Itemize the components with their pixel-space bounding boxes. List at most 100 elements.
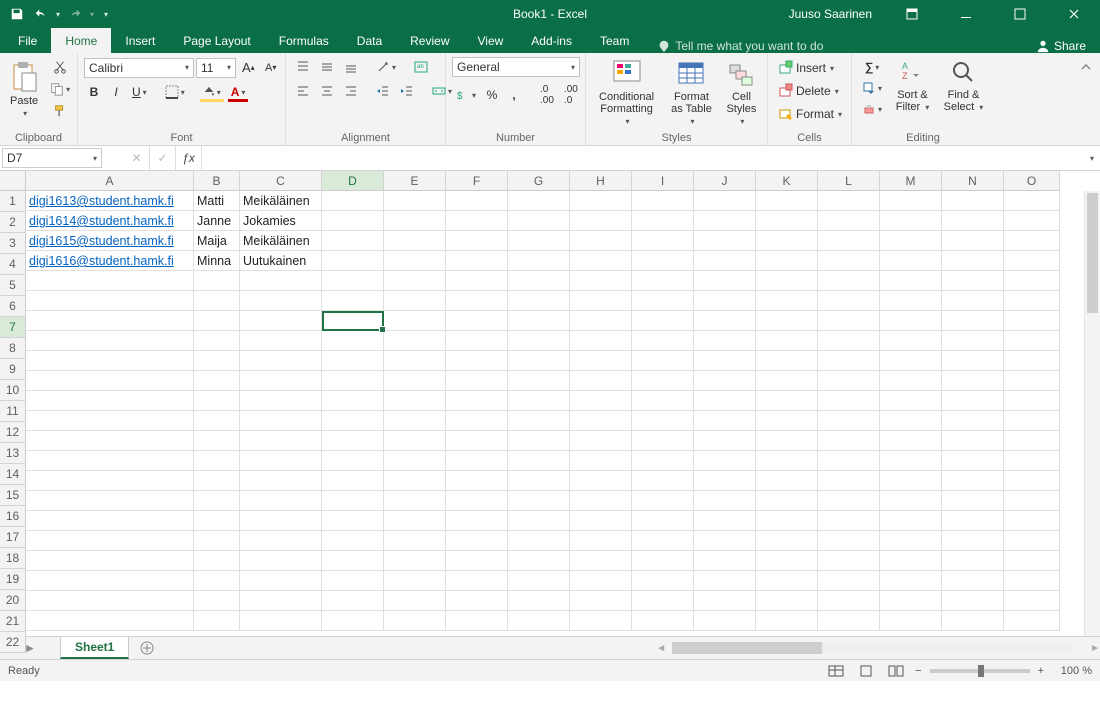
cell[interactable] xyxy=(384,371,446,391)
cell[interactable] xyxy=(1004,571,1060,591)
cell[interactable] xyxy=(508,391,570,411)
cell[interactable] xyxy=(1004,211,1060,231)
cell[interactable] xyxy=(756,371,818,391)
cell[interactable] xyxy=(632,351,694,371)
cell[interactable] xyxy=(26,511,194,531)
cell[interactable] xyxy=(446,411,508,431)
cell[interactable] xyxy=(322,191,384,211)
cell[interactable] xyxy=(694,211,756,231)
cell[interactable] xyxy=(632,191,694,211)
cell[interactable] xyxy=(1004,311,1060,331)
cell[interactable] xyxy=(322,571,384,591)
cell[interactable] xyxy=(694,311,756,331)
cell[interactable] xyxy=(942,411,1004,431)
column-header[interactable]: L xyxy=(818,171,880,191)
cell[interactable] xyxy=(880,431,942,451)
tab-review[interactable]: Review xyxy=(396,28,463,53)
cell[interactable] xyxy=(384,611,446,631)
cell[interactable] xyxy=(322,391,384,411)
cell[interactable] xyxy=(818,431,880,451)
cell[interactable] xyxy=(756,451,818,471)
expand-formula-bar-icon[interactable]: ▾ xyxy=(1082,146,1100,170)
cell[interactable] xyxy=(570,231,632,251)
cell-styles-button[interactable]: Cell Styles ▾ xyxy=(722,57,761,129)
cell[interactable]: digi1614@student.hamk.fi xyxy=(26,211,194,231)
cell[interactable] xyxy=(384,471,446,491)
cell[interactable] xyxy=(194,271,240,291)
cell[interactable] xyxy=(26,571,194,591)
cell[interactable] xyxy=(446,371,508,391)
cell[interactable] xyxy=(446,311,508,331)
wrap-text-button[interactable]: ab xyxy=(410,57,432,77)
cell[interactable] xyxy=(26,411,194,431)
cell[interactable] xyxy=(632,511,694,531)
cell[interactable] xyxy=(508,571,570,591)
cell[interactable] xyxy=(508,211,570,231)
cell[interactable] xyxy=(570,391,632,411)
find-select-button[interactable]: Find & Select ▾ xyxy=(939,57,988,115)
cell[interactable] xyxy=(632,311,694,331)
row-header[interactable]: 11 xyxy=(0,401,26,422)
insert-cells-button[interactable]: Insert▾ xyxy=(774,57,850,79)
formula-input[interactable] xyxy=(202,146,1082,170)
cell[interactable] xyxy=(880,191,942,211)
cell[interactable] xyxy=(446,531,508,551)
format-painter-button[interactable] xyxy=(46,101,74,121)
cell[interactable] xyxy=(194,551,240,571)
cell[interactable] xyxy=(570,291,632,311)
tell-me-search[interactable]: Tell me what you want to do xyxy=(643,39,823,53)
row-header[interactable]: 13 xyxy=(0,443,26,464)
cell[interactable] xyxy=(694,611,756,631)
cell[interactable] xyxy=(1004,511,1060,531)
cell[interactable] xyxy=(384,351,446,371)
cell[interactable] xyxy=(880,291,942,311)
cell[interactable] xyxy=(818,251,880,271)
column-header[interactable]: K xyxy=(756,171,818,191)
cell[interactable] xyxy=(1004,591,1060,611)
maximize-button[interactable] xyxy=(998,0,1042,28)
cell[interactable] xyxy=(570,191,632,211)
row-header[interactable]: 2 xyxy=(0,212,26,233)
cell[interactable]: Meikäläinen xyxy=(240,231,322,251)
cell[interactable] xyxy=(240,271,322,291)
save-icon[interactable] xyxy=(8,5,26,23)
hscroll-right[interactable]: ► xyxy=(1090,643,1100,654)
align-left-button[interactable] xyxy=(292,81,314,101)
autosum-button[interactable]: ∑▾ xyxy=(858,57,886,77)
cell[interactable] xyxy=(384,211,446,231)
cell[interactable] xyxy=(240,311,322,331)
cell[interactable] xyxy=(446,291,508,311)
cell[interactable]: Janne xyxy=(194,211,240,231)
copy-button[interactable]: ▾ xyxy=(46,79,74,99)
font-color-button[interactable]: A▾ xyxy=(227,82,250,102)
cell[interactable] xyxy=(942,331,1004,351)
cell[interactable] xyxy=(26,271,194,291)
cell[interactable]: digi1613@student.hamk.fi xyxy=(26,191,194,211)
cell[interactable] xyxy=(322,371,384,391)
fill-button[interactable]: ▾ xyxy=(858,78,886,98)
cell[interactable]: Matti xyxy=(194,191,240,211)
cell[interactable] xyxy=(942,251,1004,271)
increase-font-button[interactable]: A▴ xyxy=(238,57,259,78)
cell[interactable] xyxy=(818,531,880,551)
cell[interactable]: digi1615@student.hamk.fi xyxy=(26,231,194,251)
cell[interactable] xyxy=(942,211,1004,231)
collapse-ribbon-icon[interactable] xyxy=(1076,57,1096,77)
tab-team[interactable]: Team xyxy=(586,28,643,53)
cell[interactable] xyxy=(818,271,880,291)
align-middle-button[interactable] xyxy=(316,57,338,77)
cell[interactable] xyxy=(508,591,570,611)
cell[interactable] xyxy=(194,391,240,411)
tab-page-layout[interactable]: Page Layout xyxy=(169,28,264,53)
align-center-button[interactable] xyxy=(316,81,338,101)
cell[interactable] xyxy=(942,531,1004,551)
cell[interactable] xyxy=(880,471,942,491)
column-header[interactable]: G xyxy=(508,171,570,191)
cell[interactable] xyxy=(632,411,694,431)
decrease-font-button[interactable]: A▾ xyxy=(261,58,281,78)
font-name-combo[interactable]: Calibri▾ xyxy=(84,58,194,78)
cell[interactable] xyxy=(508,291,570,311)
cell[interactable] xyxy=(26,391,194,411)
select-all-corner[interactable] xyxy=(0,171,26,191)
cell[interactable] xyxy=(384,591,446,611)
